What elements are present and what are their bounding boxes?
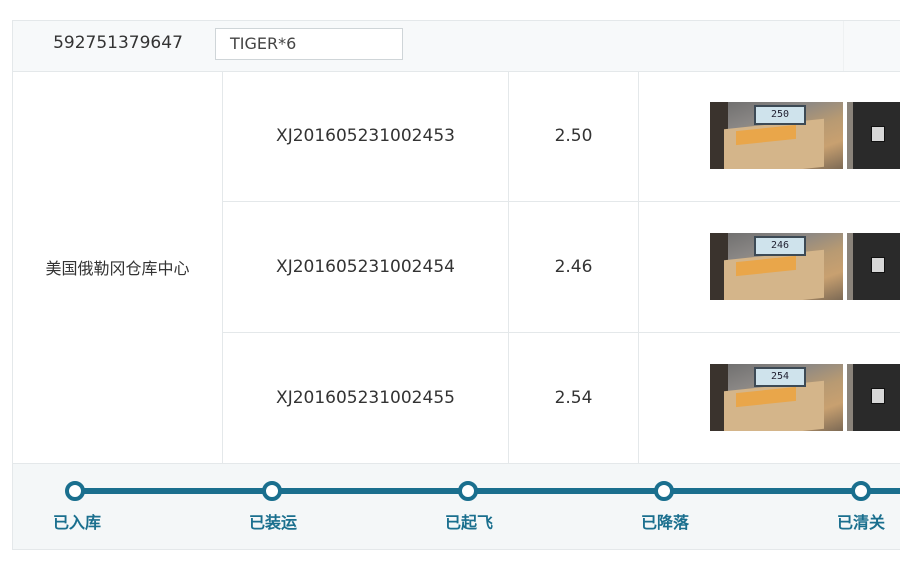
shipping-progress-timeline: 已入库 已装运 已起飞 已降落 已清关: [13, 463, 900, 549]
device-photo[interactable]: [847, 233, 900, 300]
step-node: [262, 481, 282, 501]
shipment-detail-panel: 592751379647 TIGER*6 美国俄勒冈仓库中心 XJ2016052…: [12, 20, 900, 550]
step-node: [654, 481, 674, 501]
package-row: XJ201605231002454 2.46 246: [223, 202, 900, 333]
scale-photo[interactable]: 250: [710, 102, 843, 169]
order-number: XJ201605231002455: [223, 333, 509, 463]
header-empty-cell: [843, 21, 900, 71]
device-photo[interactable]: [847, 364, 900, 431]
scale-photo[interactable]: 254: [710, 364, 843, 431]
photo-cell: 254: [639, 333, 900, 463]
order-number: XJ201605231002454: [223, 202, 509, 332]
scale-reading: 254: [754, 367, 806, 387]
step-node: [458, 481, 478, 501]
step-label: 已起飞: [444, 513, 493, 532]
warehouse-name: 美国俄勒冈仓库中心: [13, 71, 223, 463]
package-weight: 2.50: [509, 71, 639, 201]
step-label: 已装运: [248, 513, 297, 532]
product-field[interactable]: TIGER*6: [215, 28, 403, 60]
package-row: XJ201605231002453 2.50 250: [223, 71, 900, 202]
step-node: [65, 481, 85, 501]
order-number: XJ201605231002453: [223, 71, 509, 201]
photo-cell: 246: [639, 202, 900, 332]
step-node: [851, 481, 871, 501]
progress-track: [75, 488, 900, 494]
step-label: 已清关: [836, 513, 885, 532]
header-row: 592751379647 TIGER*6: [13, 21, 900, 72]
package-weight: 2.54: [509, 333, 639, 463]
photo-cell: 250: [639, 71, 900, 201]
scale-photo[interactable]: 246: [710, 233, 843, 300]
step-label: 已降落: [640, 513, 689, 532]
package-rows: XJ201605231002453 2.50 250 XJ20160523100…: [223, 71, 900, 463]
step-label: 已入库: [52, 513, 101, 532]
scale-reading: 246: [754, 236, 806, 256]
package-weight: 2.46: [509, 202, 639, 332]
scale-reading: 250: [754, 105, 806, 125]
package-row: XJ201605231002455 2.54 254: [223, 333, 900, 464]
device-photo[interactable]: [847, 102, 900, 169]
tracking-number: 592751379647: [53, 33, 183, 53]
